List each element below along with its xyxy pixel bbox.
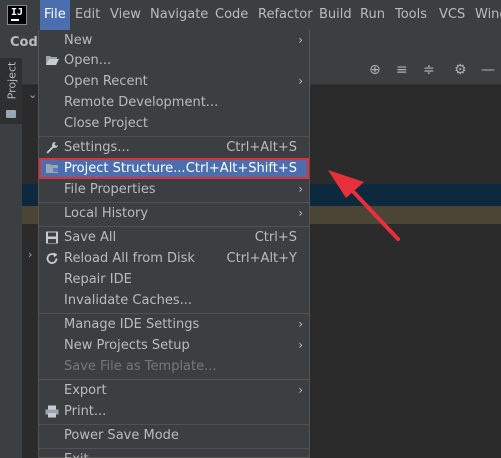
menu-item-reload-all[interactable]: Reload All from Disk Ctrl+Alt+Y xyxy=(39,248,309,269)
chevron-right-icon: › xyxy=(298,383,303,397)
file-menu-dropdown: New › Open... Open Recent › Remote Devel… xyxy=(38,30,310,458)
logo-text: IJ xyxy=(11,7,24,18)
refresh-icon xyxy=(46,252,58,264)
hide-icon[interactable]: — xyxy=(481,63,495,77)
menu-item-label: Power Save Mode xyxy=(64,428,179,443)
menu-item-label: Save All xyxy=(64,230,117,245)
menu-item-settings[interactable]: Settings... Ctrl+Alt+S xyxy=(39,137,309,158)
gear-icon[interactable]: ⚙ xyxy=(454,63,467,77)
menu-vcs[interactable]: VCS xyxy=(435,0,469,30)
menu-item-label: Repair IDE xyxy=(64,272,132,287)
folder-icon xyxy=(6,110,16,118)
logo-bar xyxy=(11,19,19,21)
locate-icon[interactable]: ⊕ xyxy=(369,63,381,77)
expand-all-icon[interactable]: ≡ xyxy=(396,63,408,77)
menu-item-shortcut: Ctrl+Alt+Shift+S xyxy=(185,161,297,176)
menu-build[interactable]: Build xyxy=(315,0,356,30)
menu-item-exit[interactable]: Exit xyxy=(39,449,309,458)
menu-run[interactable]: Run xyxy=(356,0,389,30)
collapse-all-icon[interactable]: ≑ xyxy=(423,63,435,77)
menu-item-print[interactable]: Print... xyxy=(39,401,309,422)
menu-item-label: Project Structure... xyxy=(64,161,186,176)
save-icon xyxy=(46,231,58,244)
menu-item-shortcut: Ctrl+Alt+Y xyxy=(226,251,297,266)
chevron-right-icon: › xyxy=(298,338,303,352)
menu-item-label: Close Project xyxy=(64,116,149,131)
menu-item-label: New xyxy=(64,33,93,48)
chevron-right-icon: › xyxy=(298,33,303,47)
menu-item-open[interactable]: Open... xyxy=(39,50,309,71)
menu-item-label: File Properties xyxy=(64,182,156,197)
menu-item-remote-development[interactable]: Remote Development... xyxy=(39,92,309,113)
menu-tools[interactable]: Tools xyxy=(391,0,431,30)
menu-refactor[interactable]: Refactor xyxy=(254,0,317,30)
menu-item-label: New Projects Setup xyxy=(64,338,190,353)
menu-item-label: Manage IDE Settings xyxy=(64,317,200,332)
menu-item-manage-ide-settings[interactable]: Manage IDE Settings › xyxy=(39,314,309,335)
menu-item-file-properties[interactable]: File Properties › xyxy=(39,179,309,200)
printer-icon xyxy=(45,405,59,418)
project-structure-icon xyxy=(46,164,58,173)
menu-window[interactable]: Window xyxy=(471,0,501,30)
menu-item-label: Open... xyxy=(64,53,112,68)
menu-item-local-history[interactable]: Local History › xyxy=(39,203,309,224)
menu-item-project-structure[interactable]: Project Structure... Ctrl+Alt+Shift+S xyxy=(39,158,309,179)
menu-item-label: Exit xyxy=(64,449,89,458)
menu-item-label: Invalidate Caches... xyxy=(64,293,193,308)
chevron-right-icon: › xyxy=(298,206,303,220)
menu-edit[interactable]: Edit xyxy=(71,0,104,30)
menu-item-label: Export xyxy=(64,383,107,398)
chevron-right-icon: › xyxy=(298,317,303,331)
menu-view[interactable]: View xyxy=(106,0,145,30)
menu-item-shortcut: Ctrl+S xyxy=(254,230,297,245)
menu-code[interactable]: Code xyxy=(211,0,252,30)
menu-item-shortcut: Ctrl+Alt+S xyxy=(226,140,297,155)
menu-item-new-projects-setup[interactable]: New Projects Setup › xyxy=(39,335,309,356)
project-tab-label: Project xyxy=(5,61,19,100)
menu-item-label: Print... xyxy=(64,404,107,419)
menu-bar: IJ File Edit View Navigate Code Refactor… xyxy=(0,0,501,30)
menu-item-label: Remote Development... xyxy=(64,95,219,110)
menu-item-open-recent[interactable]: Open Recent › xyxy=(39,71,309,92)
wrench-icon xyxy=(46,142,58,154)
open-folder-icon xyxy=(46,56,59,65)
menu-item-close-project[interactable]: Close Project xyxy=(39,113,309,134)
menu-item-invalidate-caches[interactable]: Invalidate Caches... xyxy=(39,290,309,311)
menu-item-repair-ide[interactable]: Repair IDE xyxy=(39,269,309,290)
menu-item-export[interactable]: Export › xyxy=(39,380,309,401)
menu-item-power-save-mode[interactable]: Power Save Mode xyxy=(39,425,309,446)
chevron-right-icon: › xyxy=(298,74,303,88)
menu-item-label: Save File as Template... xyxy=(64,359,217,374)
menu-item-label: Local History xyxy=(64,206,149,221)
menu-item-new[interactable]: New › xyxy=(39,30,309,51)
menu-item-label: Settings... xyxy=(64,140,130,155)
menu-item-save-all[interactable]: Save All Ctrl+S xyxy=(39,227,309,248)
menu-navigate[interactable]: Navigate xyxy=(146,0,212,30)
intellij-logo-icon[interactable]: IJ xyxy=(7,5,27,25)
menu-item-label: Open Recent xyxy=(64,74,148,89)
chevron-right-icon[interactable]: › xyxy=(28,248,32,261)
chevron-right-icon: › xyxy=(298,182,303,196)
chevron-down-icon[interactable]: ⌄ xyxy=(28,88,37,101)
menu-item-label: Reload All from Disk xyxy=(64,251,195,266)
menu-item-save-file-as-template: Save File as Template... xyxy=(39,356,309,377)
menu-file[interactable]: File xyxy=(40,0,70,30)
